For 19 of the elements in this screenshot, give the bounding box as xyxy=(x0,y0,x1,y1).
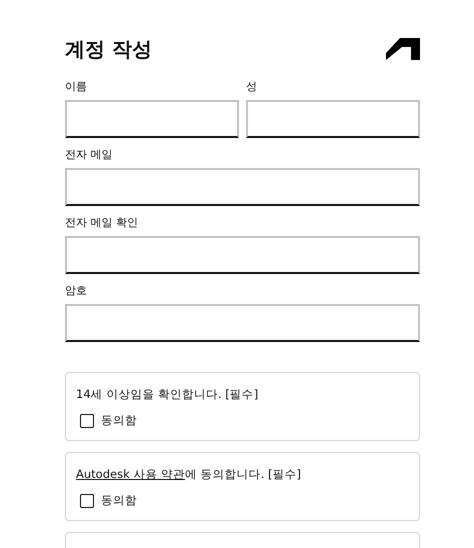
checkbox[interactable] xyxy=(80,414,94,428)
terms-link[interactable]: Autodesk 사용 약관 xyxy=(76,467,186,481)
field-label: 전자 메일 확인 xyxy=(65,216,139,230)
input-field[interactable] xyxy=(65,100,239,138)
consent-text: 14세 이상임을 확인합니다. [필수] xyxy=(76,387,258,401)
checkbox[interactable] xyxy=(80,494,94,508)
input-field[interactable] xyxy=(65,168,420,206)
consent-text: 에 동의합니다. [필수] xyxy=(185,467,301,481)
input-field[interactable] xyxy=(65,236,420,274)
field-label: 이름 xyxy=(65,80,88,94)
field-label: 전자 메일 xyxy=(65,148,114,162)
checkbox-label: 동의함 xyxy=(101,493,137,508)
checkbox-label: 동의함 xyxy=(101,413,137,428)
logo-icon xyxy=(386,38,420,60)
input-field[interactable] xyxy=(65,304,420,342)
input-field[interactable] xyxy=(246,100,420,138)
page-title: 계정 작성 xyxy=(65,36,152,63)
field-label: 성 xyxy=(246,80,258,94)
field-label: 암호 xyxy=(65,284,88,298)
